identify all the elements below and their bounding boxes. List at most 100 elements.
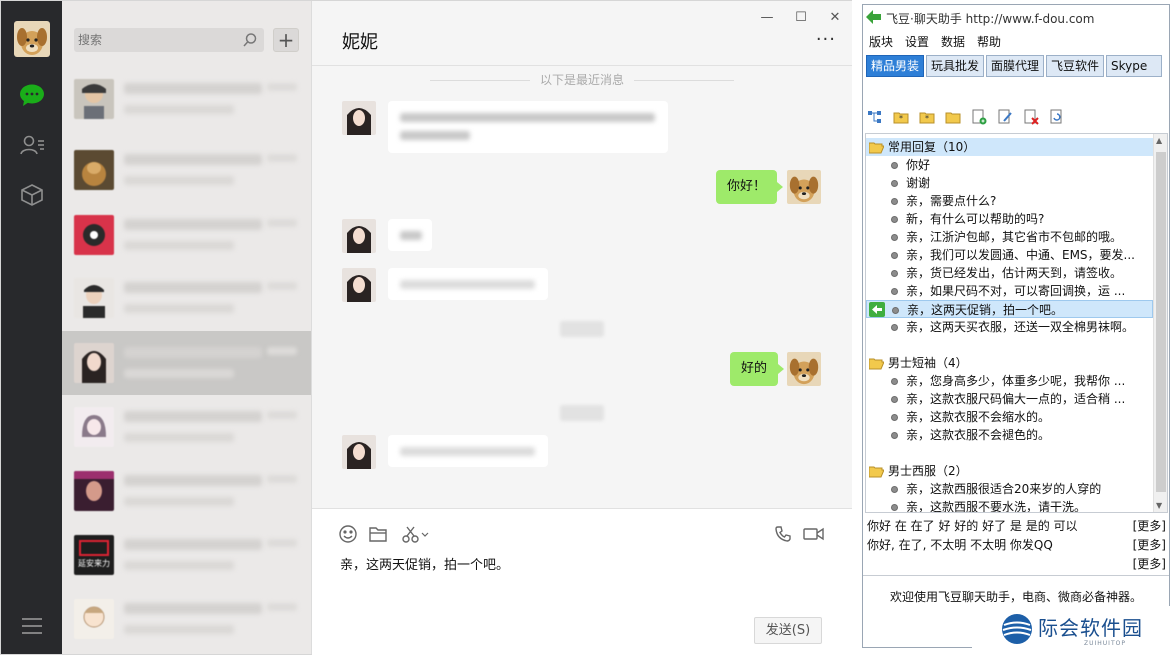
tree-item[interactable]: 亲，这款西服不要水洗，请干洗。 bbox=[866, 498, 1153, 512]
chat-list-item[interactable] bbox=[62, 266, 311, 330]
folder-icon[interactable] bbox=[367, 523, 389, 545]
contact-avatar[interactable] bbox=[342, 219, 376, 253]
tab-mens-clothing[interactable]: 精品男装 bbox=[866, 55, 925, 77]
scroll-down-icon[interactable]: ▼ bbox=[1156, 501, 1162, 510]
tree-item[interactable]: 新，有什么可以帮助的吗? bbox=[866, 210, 1153, 228]
video-icon[interactable] bbox=[802, 523, 826, 545]
tree-item-selected[interactable]: 亲，这两天促销，拍一个吧。 bbox=[866, 300, 1153, 318]
tree-item[interactable]: 亲，这款衣服不会褪色的。 bbox=[866, 426, 1153, 444]
avatar-text: 延安来力 bbox=[78, 558, 110, 568]
tree-item[interactable]: 亲，这两天买衣服，还送一双全棉男袜啊。 bbox=[866, 318, 1153, 336]
tree-item[interactable]: 亲，我们可以发圆通、中通、EMS，要发... bbox=[866, 246, 1153, 264]
sent-message-bubble[interactable]: 好的 bbox=[730, 352, 785, 386]
message-input[interactable]: 亲，这两天促销，拍一个吧。 bbox=[340, 554, 509, 573]
send-button[interactable]: 发送(S) bbox=[754, 617, 822, 644]
tree-scrollbar[interactable]: ▲ ▼ bbox=[1153, 134, 1167, 512]
contact-avatar[interactable] bbox=[342, 435, 376, 469]
menu-help[interactable]: 帮助 bbox=[977, 33, 1001, 51]
tab-skype[interactable]: Skype bbox=[1106, 55, 1162, 77]
group-label: 男士西服（2） bbox=[888, 464, 968, 478]
bullet-icon bbox=[891, 216, 898, 223]
edit-folder-icon[interactable]: * bbox=[919, 109, 935, 125]
more-button[interactable]: [更多] bbox=[1133, 517, 1166, 534]
search-box[interactable] bbox=[74, 28, 264, 52]
chat-list-item[interactable] bbox=[62, 67, 311, 131]
tree-group-common-replies[interactable]: 常用回复（10） bbox=[866, 138, 1153, 156]
my-avatar[interactable] bbox=[787, 352, 821, 386]
tree-item[interactable]: 亲，这款衣服尺码偏大一点的，适合稍 ... bbox=[866, 390, 1153, 408]
contact-avatar[interactable] bbox=[342, 101, 376, 135]
message-bubble[interactable] bbox=[388, 435, 548, 467]
search-icon[interactable] bbox=[242, 32, 258, 48]
phrase-line[interactable]: 你好 在 在了 好 好的 好了 是 是的 可以 bbox=[867, 517, 1078, 534]
tree-view-icon[interactable] bbox=[867, 109, 883, 125]
menu-settings[interactable]: 设置 bbox=[905, 33, 929, 51]
phone-icon[interactable] bbox=[772, 523, 794, 545]
tree-item[interactable]: 亲，货已经发出，估计两天到，请签收。 bbox=[866, 264, 1153, 282]
folder-icon[interactable] bbox=[945, 109, 961, 125]
tab-feidou-software[interactable]: 飞豆软件 bbox=[1046, 55, 1105, 77]
add-item-icon[interactable] bbox=[971, 109, 987, 125]
tree-item[interactable]: 你好 bbox=[866, 156, 1153, 174]
scroll-up-icon[interactable]: ▲ bbox=[1156, 136, 1162, 145]
menu-icon[interactable] bbox=[20, 616, 44, 636]
add-chat-button[interactable]: + bbox=[273, 28, 299, 52]
chat-list-item[interactable] bbox=[62, 395, 311, 459]
contacts-icon[interactable] bbox=[18, 131, 46, 159]
close-button[interactable]: ✕ bbox=[818, 7, 852, 27]
tree-item[interactable]: 亲，江浙沪包邮，其它省市不包邮的哦。 bbox=[866, 228, 1153, 246]
svg-text:*: * bbox=[925, 114, 929, 123]
minimize-button[interactable]: — bbox=[750, 7, 784, 27]
emoji-icon[interactable] bbox=[337, 523, 359, 545]
favorites-icon[interactable] bbox=[18, 181, 46, 209]
back-arrow-icon[interactable] bbox=[866, 10, 882, 24]
tree-item[interactable]: 亲，这款衣服不会缩水的。 bbox=[866, 408, 1153, 426]
delete-item-icon[interactable] bbox=[1023, 109, 1039, 125]
menu-data[interactable]: 数据 bbox=[941, 33, 965, 51]
contact-avatar: 延安来力 bbox=[74, 535, 114, 575]
edit-item-icon[interactable] bbox=[997, 109, 1013, 125]
message-bubble[interactable] bbox=[388, 268, 548, 300]
tree-item[interactable]: 亲，您身高多少，体重多少呢，我帮你 ... bbox=[866, 372, 1153, 390]
send-arrow-icon[interactable] bbox=[869, 302, 885, 317]
search-input[interactable] bbox=[78, 28, 238, 52]
more-button[interactable]: [更多] bbox=[1133, 536, 1166, 553]
refresh-icon[interactable] bbox=[1049, 109, 1065, 125]
tab-toys[interactable]: 玩具批发 bbox=[926, 55, 985, 77]
tree-group-mens-tshirts[interactable]: 男士短袖（4） bbox=[866, 354, 1153, 372]
my-avatar[interactable] bbox=[14, 21, 50, 57]
message-bubble[interactable] bbox=[388, 219, 432, 251]
chat-list-item[interactable] bbox=[62, 459, 311, 523]
watermark-text: 际会软件园 bbox=[1038, 616, 1143, 640]
watermark-subtext: ZUIHUITOP bbox=[1084, 640, 1126, 647]
bullet-icon bbox=[891, 162, 898, 169]
welcome-message: 欢迎使用飞豆聊天助手，电商、微商必备神器。 bbox=[889, 590, 1142, 604]
chat-list-item[interactable] bbox=[62, 138, 311, 202]
new-folder-icon[interactable]: * bbox=[893, 109, 909, 125]
menu-sections[interactable]: 版块 bbox=[869, 33, 893, 51]
tree-item[interactable]: 谢谢 bbox=[866, 174, 1153, 192]
tab-face-mask[interactable]: 面膜代理 bbox=[986, 55, 1045, 77]
my-avatar[interactable] bbox=[787, 170, 821, 204]
more-button[interactable]: [更多] bbox=[1133, 555, 1166, 572]
phrase-line[interactable]: 你好, 在了, 不太明 不太明 你发QQ bbox=[867, 536, 1053, 553]
chat-list-item-active[interactable] bbox=[62, 331, 311, 395]
chat-icon[interactable] bbox=[18, 81, 46, 109]
tree-item[interactable]: 亲，这款西服很适合20来岁的人穿的 bbox=[866, 480, 1153, 498]
reply-tree: ▲ ▼ 常用回复（10） 你好 谢谢 亲，需要点什么? 新，有什么可以帮助的吗?… bbox=[865, 133, 1168, 513]
chat-list-item[interactable] bbox=[62, 203, 311, 267]
contact-avatar[interactable] bbox=[342, 268, 376, 302]
scroll-thumb[interactable] bbox=[1156, 152, 1166, 492]
tree-group-mens-suits[interactable]: 男士西服（2） bbox=[866, 462, 1153, 480]
item-label: 亲，江浙沪包邮，其它省市不包邮的哦。 bbox=[906, 230, 1123, 244]
tree-item[interactable]: 亲，如果尺码不对，可以寄回调换，运 ... bbox=[866, 282, 1153, 300]
tree-item[interactable]: 亲，需要点什么? bbox=[866, 192, 1153, 210]
more-button[interactable]: ··· bbox=[816, 29, 836, 50]
message-input-area[interactable]: 亲，这两天促销，拍一个吧。 发送(S) bbox=[312, 508, 852, 655]
scissors-icon[interactable] bbox=[400, 523, 430, 545]
maximize-button[interactable]: ☐ bbox=[784, 7, 818, 27]
message-bubble[interactable] bbox=[388, 101, 668, 153]
chat-list-item[interactable]: 延安来力 bbox=[62, 523, 311, 587]
sent-message-bubble[interactable]: 你好！ bbox=[716, 170, 784, 204]
chat-list-item[interactable] bbox=[62, 587, 311, 651]
